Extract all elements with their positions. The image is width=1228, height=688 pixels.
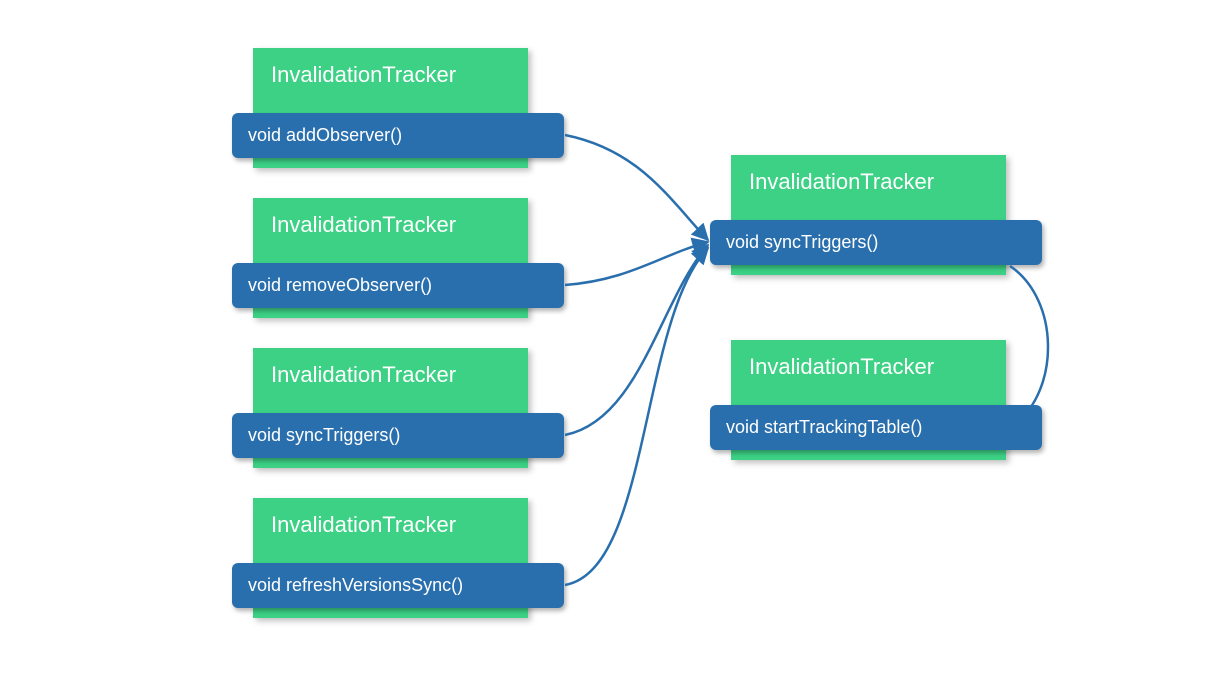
method-box[interactable]: void refreshVersionsSync() xyxy=(232,563,564,608)
method-label: void startTrackingTable() xyxy=(726,417,922,437)
class-label: InvalidationTracker xyxy=(253,498,528,548)
method-label: void syncTriggers() xyxy=(726,232,878,252)
edge xyxy=(1010,266,1048,425)
method-box[interactable]: void removeObserver() xyxy=(232,263,564,308)
class-label: InvalidationTracker xyxy=(253,348,528,398)
class-label: InvalidationTracker xyxy=(253,48,528,98)
method-box[interactable]: void startTrackingTable() xyxy=(710,405,1042,450)
class-label: InvalidationTracker xyxy=(731,340,1006,390)
method-box[interactable]: void syncTriggers() xyxy=(710,220,1042,265)
method-box[interactable]: void addObserver() xyxy=(232,113,564,158)
connector-layer xyxy=(0,0,1228,688)
class-label: InvalidationTracker xyxy=(731,155,1006,205)
class-label: InvalidationTracker xyxy=(253,198,528,248)
method-label: void refreshVersionsSync() xyxy=(248,575,463,595)
edge xyxy=(565,245,708,435)
method-label: void removeObserver() xyxy=(248,275,432,295)
method-label: void addObserver() xyxy=(248,125,402,145)
method-box[interactable]: void syncTriggers() xyxy=(232,413,564,458)
edge xyxy=(565,248,708,585)
edge xyxy=(565,135,708,240)
edge xyxy=(565,242,708,285)
method-label: void syncTriggers() xyxy=(248,425,400,445)
